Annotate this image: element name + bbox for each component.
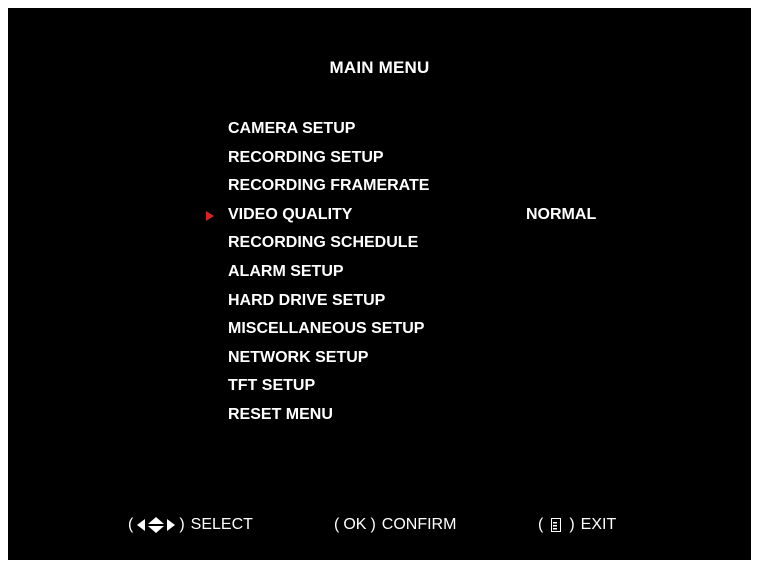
arrow-up-down-icon: [148, 517, 165, 533]
menu-item-recording-schedule[interactable]: RECORDING SCHEDULE: [228, 229, 648, 258]
confirm-label: CONFIRM: [381, 516, 457, 533]
menu-item-tft-setup[interactable]: TFT SETUP: [228, 372, 648, 401]
confirm-hint: ( OK ) CONFIRM: [334, 510, 456, 540]
menu-item-miscellaneous-setup[interactable]: MISCELLANEOUS SETUP: [228, 315, 648, 344]
menu-item-hard-drive-setup[interactable]: HARD DRIVE SETUP: [228, 287, 648, 316]
menu-item-label: ALARM SETUP: [228, 262, 344, 280]
exit-label: EXIT: [580, 516, 617, 533]
menu-item-label: NETWORK SETUP: [228, 348, 369, 366]
arrow-down-icon: [148, 526, 165, 533]
menu-item-camera-setup[interactable]: CAMERA SETUP: [228, 115, 648, 144]
selection-cursor-icon: [206, 210, 214, 221]
key-hint-bar: ( ) SELECT ( OK ) CONFIRM ( ) EXIT: [8, 510, 751, 540]
paren-open: (: [334, 516, 340, 533]
menu-item-recording-framerate[interactable]: RECORDING FRAMERATE: [228, 172, 648, 201]
menu-item-label: HARD DRIVE SETUP: [228, 291, 386, 309]
paren-close: ): [370, 516, 376, 533]
menu-item-alarm-setup[interactable]: ALARM SETUP: [228, 258, 648, 287]
menu-item-reset-menu[interactable]: RESET MENU: [228, 401, 648, 430]
menu-item-label: RECORDING SETUP: [228, 148, 384, 166]
menu-item-label: MISCELLANEOUS SETUP: [228, 320, 425, 338]
menu-item-label: CAMERA SETUP: [228, 120, 356, 137]
menu-item-label: RESET MENU: [228, 405, 333, 423]
arrow-right-icon: [167, 519, 176, 531]
select-hint: ( ) SELECT: [128, 510, 253, 540]
menu-item-video-quality[interactable]: VIDEO QUALITY NORMAL: [206, 201, 648, 230]
dvr-screen: MAIN MENU CAMERA SETUP RECORDING SETUP R…: [8, 8, 751, 560]
exit-hint: ( ) EXIT: [538, 510, 616, 540]
menu-item-label: RECORDING SCHEDULE: [228, 234, 419, 252]
paren-close: ): [569, 516, 575, 533]
direction-arrows-icon: [137, 517, 176, 533]
arrow-up-icon: [148, 517, 165, 524]
menu-item-label: RECORDING FRAMERATE: [228, 177, 430, 195]
ok-key-label: OK: [343, 516, 367, 533]
page-title: MAIN MENU: [329, 58, 430, 77]
menu-item-label: VIDEO QUALITY: [228, 205, 353, 223]
paren-open: (: [538, 516, 544, 533]
arrow-left-icon: [137, 519, 146, 531]
menu-item-label: TFT SETUP: [228, 377, 316, 395]
paren-open: (: [128, 516, 134, 533]
menu-key-icon: [551, 518, 562, 532]
main-menu-list: CAMERA SETUP RECORDING SETUP RECORDING F…: [206, 115, 648, 430]
paren-close: ): [179, 516, 185, 533]
menu-item-network-setup[interactable]: NETWORK SETUP: [228, 344, 648, 373]
menu-item-recording-setup[interactable]: RECORDING SETUP: [228, 144, 648, 173]
select-label: SELECT: [190, 516, 253, 533]
video-quality-value[interactable]: NORMAL: [526, 201, 596, 230]
